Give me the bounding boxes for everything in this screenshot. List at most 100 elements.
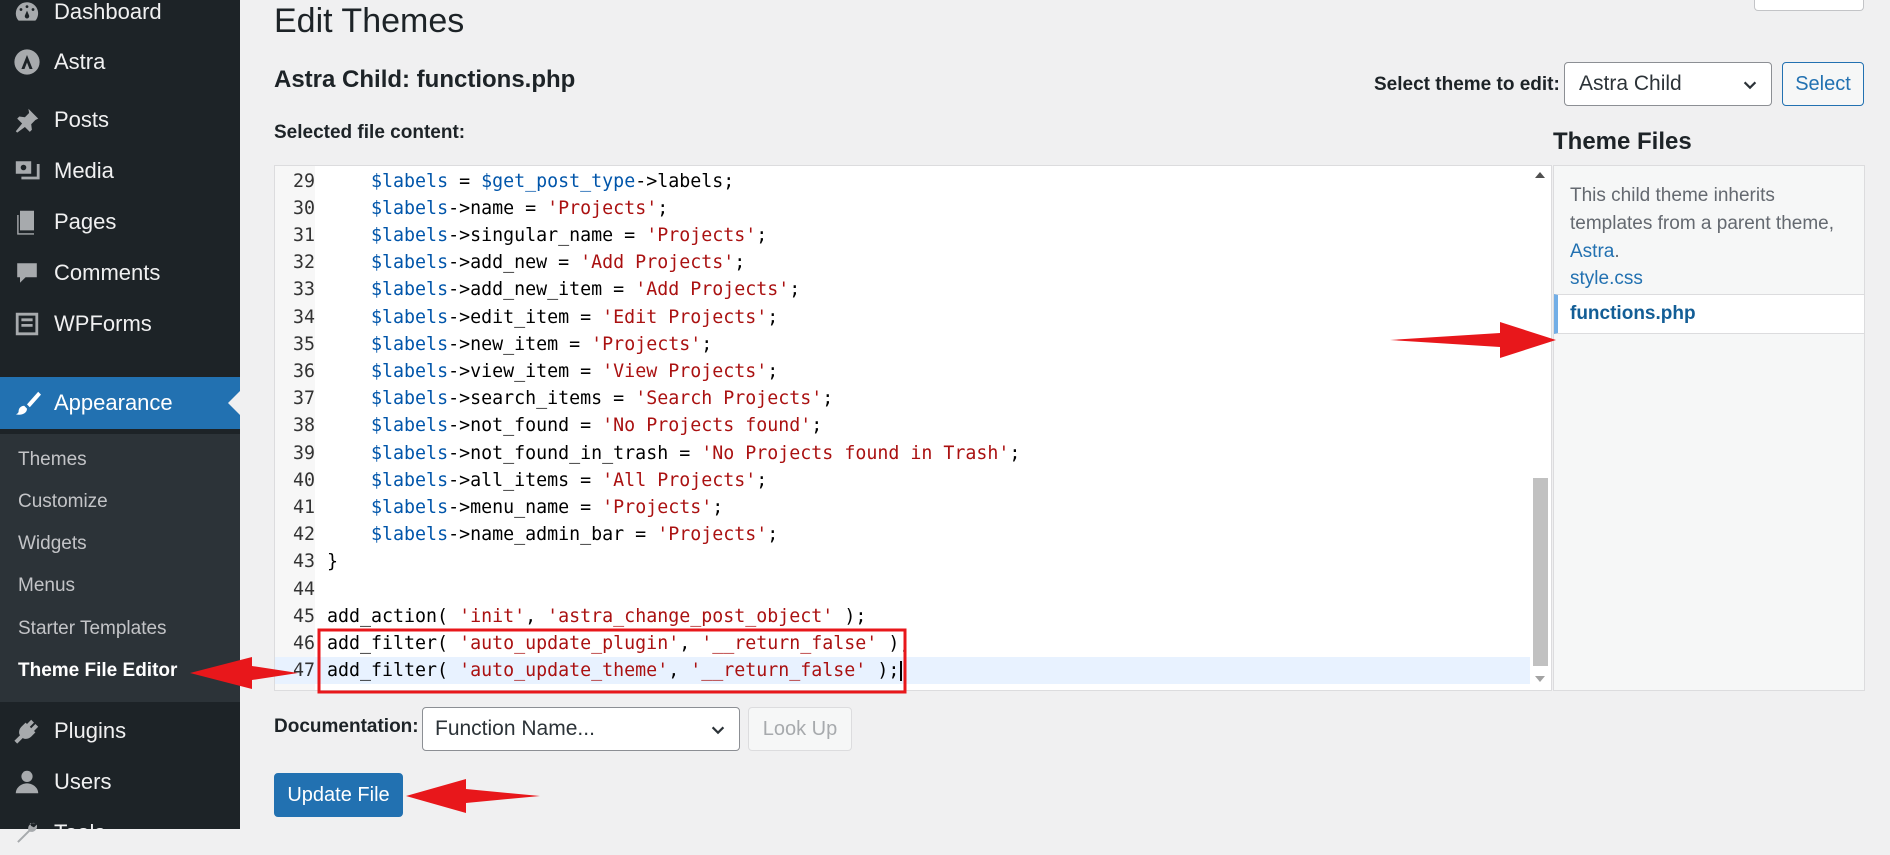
scrollbar-thumb[interactable]: [1533, 478, 1548, 666]
menu-label: Appearance: [54, 390, 173, 415]
menu-item-media[interactable]: Media: [0, 149, 240, 193]
code-token: ;: [811, 415, 823, 437]
appearance-submenu: Themes Customize Widgets Menus Starter T…: [0, 434, 240, 702]
submenu-item-customize[interactable]: Customize: [18, 491, 108, 513]
note-text: This child theme inherits templates from…: [1570, 185, 1835, 234]
code-token: add_filter(: [327, 632, 460, 654]
code-text: add_filter( 'auto_update_theme', '__retu…: [327, 657, 903, 684]
code-token: 'auto_update_theme': [459, 660, 669, 682]
code-token: $labels: [371, 360, 449, 382]
code-token: 'All Projects': [602, 469, 757, 491]
chevron-down-icon: [711, 726, 725, 735]
tools-icon: [12, 818, 42, 848]
code-token: 'Projects': [591, 333, 702, 355]
media-icon: [12, 156, 42, 186]
line-number: 45: [292, 605, 315, 627]
code-token: ;: [767, 306, 779, 328]
code-text: $labels->name = 'Projects';: [327, 195, 668, 222]
code-token: 'Edit Projects': [602, 306, 768, 328]
file-link-style-css[interactable]: style.css: [1554, 259, 1864, 299]
code-line: 38 $labels->not_found = 'No Projects fou…: [275, 412, 1532, 439]
code-line: 32 $labels->add_new = 'Add Projects';: [275, 249, 1532, 276]
scroll-up-arrow-icon[interactable]: [1535, 172, 1545, 178]
code-token: ->menu_name =: [448, 496, 603, 518]
menu-item-users[interactable]: Users: [0, 760, 240, 804]
code-text: $labels->search_items = 'Search Projects…: [327, 385, 833, 412]
code-token: =: [448, 170, 482, 192]
wpforms-icon: [12, 309, 42, 339]
submenu-item-starter-templates[interactable]: Starter Templates: [18, 618, 167, 640]
submenu-item-theme-file-editor[interactable]: Theme File Editor: [18, 660, 177, 682]
page-title: Edit Themes: [274, 2, 465, 40]
code-token: ->labels;: [635, 170, 735, 192]
code-token: );: [833, 605, 867, 627]
function-name-value: Function Name...: [435, 717, 595, 740]
code-token: ->search_items =: [448, 388, 636, 410]
file-link-functions-php[interactable]: functions.php: [1554, 294, 1864, 334]
submenu-item-menus[interactable]: Menus: [18, 575, 75, 597]
look-up-button[interactable]: Look Up: [748, 707, 852, 751]
code-token: ,: [525, 605, 548, 627]
menu-label: WPForms: [54, 311, 152, 336]
code-editor[interactable]: 29 $labels = $get_post_type->labels; 30 $…: [274, 165, 1552, 691]
code-line: 40 $labels->all_items = 'All Projects';: [275, 467, 1532, 494]
code-token: '__return_false': [690, 660, 867, 682]
editor-scrollbar[interactable]: [1530, 166, 1551, 690]
line-number: 44: [292, 578, 315, 600]
menu-item-wpforms[interactable]: WPForms: [0, 302, 240, 346]
code-token: $labels: [371, 306, 449, 328]
menu-item-plugins[interactable]: Plugins: [0, 709, 240, 753]
code-token: ;: [756, 224, 768, 246]
code-line: 34 $labels->edit_item = 'Edit Projects';: [275, 304, 1532, 331]
submenu-item-themes[interactable]: Themes: [18, 449, 87, 471]
code-token: 'Projects': [602, 496, 713, 518]
code-line: 46 add_filter( 'auto_update_plugin', '__r…: [275, 630, 1532, 657]
line-number: 41: [292, 496, 315, 518]
menu-item-tools[interactable]: Tools: [0, 811, 240, 855]
plugin-icon: [12, 716, 42, 746]
menu-label: Posts: [54, 107, 110, 132]
code-token: ;: [789, 279, 801, 301]
function-name-select[interactable]: Function Name...: [422, 707, 740, 751]
code-token: $labels: [371, 496, 449, 518]
code-token: 'No Projects found in Trash': [701, 442, 1010, 464]
submenu-item-widgets[interactable]: Widgets: [18, 533, 87, 555]
menu-item-dashboard[interactable]: Dashboard: [0, 0, 240, 34]
code-token: 'View Projects': [602, 360, 768, 382]
select-button[interactable]: Select: [1782, 62, 1864, 106]
menu-item-astra[interactable]: Astra: [0, 40, 240, 84]
menu-item-pages[interactable]: Pages: [0, 200, 240, 244]
code-token: add_filter(: [327, 660, 460, 682]
code-line: 47 add_filter( 'auto_update_theme', '__re…: [275, 657, 1532, 685]
code-line: 29 $labels = $get_post_type->labels;: [275, 168, 1532, 195]
code-token: $labels: [371, 170, 449, 192]
code-token: ->singular_name =: [448, 224, 647, 246]
code-token: 'Projects': [657, 524, 768, 546]
scroll-down-arrow-icon[interactable]: [1535, 676, 1545, 682]
code-token: ->name =: [448, 197, 548, 219]
menu-item-comments[interactable]: Comments: [0, 251, 240, 295]
menu-label: Plugins: [54, 718, 127, 743]
theme-select[interactable]: Astra Child: [1564, 62, 1772, 106]
menu-item-posts[interactable]: Posts: [0, 98, 240, 142]
line-number: 46: [292, 632, 315, 654]
code-token: ;: [701, 333, 713, 355]
admin-sidebar: Dashboard Astra Posts Media Pages Commen…: [0, 0, 240, 845]
code-line: 31 $labels->singular_name = 'Projects';: [275, 222, 1532, 249]
code-token: }: [327, 551, 339, 573]
code-text: $labels->singular_name = 'Projects';: [327, 222, 767, 249]
update-file-button[interactable]: Update File: [274, 773, 403, 817]
code-text: $labels->all_items = 'All Projects';: [327, 467, 767, 494]
line-number: 35: [292, 333, 315, 355]
screen-options-tab[interactable]: [1754, 0, 1864, 11]
menu-item-appearance[interactable]: Appearance: [0, 377, 240, 429]
code-token: $labels: [371, 197, 449, 219]
line-number: 30: [292, 197, 315, 219]
